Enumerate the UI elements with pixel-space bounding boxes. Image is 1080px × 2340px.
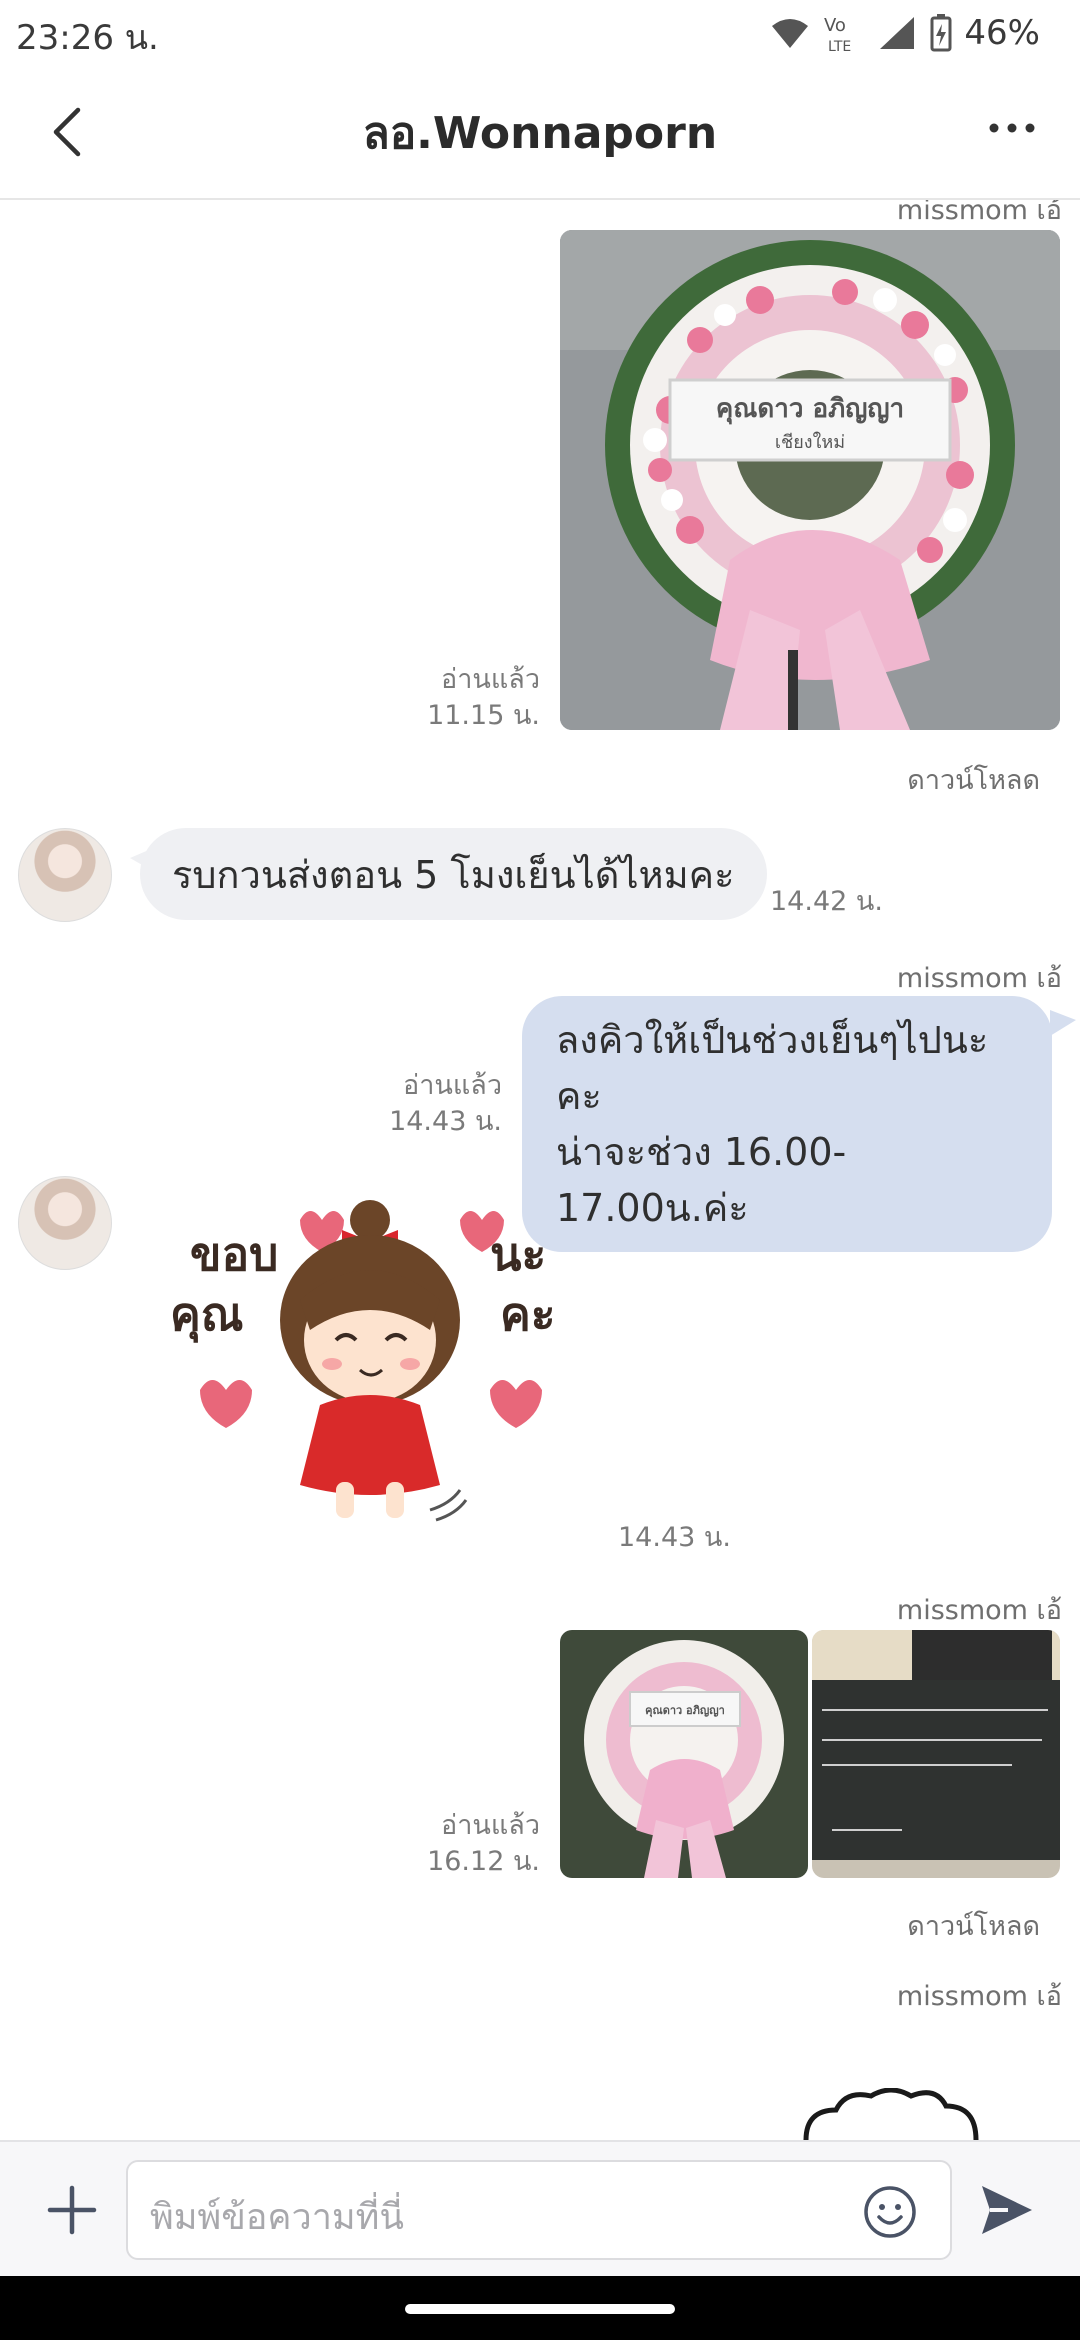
status-bar: 23:26 น. Vo LTE 46% xyxy=(0,0,1080,72)
send-icon xyxy=(982,2186,1032,2234)
message-text-line: ลงคิวให้เป็นช่วงเย็นๆไปนะคะ xyxy=(556,1018,989,1118)
wreath-photo[interactable]: คุณดาว อภิญญา xyxy=(560,1630,808,1878)
send-button[interactable] xyxy=(978,2182,1036,2238)
bubble-tail xyxy=(1050,1010,1076,1036)
input-placeholder: พิมพ์ข้อความที่นี่ xyxy=(150,2197,405,2238)
status-time: 23:26 น. xyxy=(16,18,159,58)
message-meta: อ่านแล้ว 11.15 น. xyxy=(400,662,540,734)
system-nav-bar xyxy=(0,2276,1080,2340)
message-time: 16.12 น. xyxy=(427,1846,540,1877)
board-photo[interactable] xyxy=(812,1630,1060,1878)
wreath-image: คุณดาว อภิญญา xyxy=(560,1630,808,1878)
message-text-line: น่าจะช่วง 16.00-17.00น.ค่ะ xyxy=(556,1130,847,1230)
message-text: รบกวนส่งตอน 5 โมงเย็นได้ไหมคะ xyxy=(172,852,735,897)
board-image xyxy=(812,1630,1060,1878)
status-icons: Vo LTE 46% xyxy=(770,8,1040,58)
download-link[interactable]: ดาวน์โหลด xyxy=(907,1904,1040,1947)
add-attachment-button[interactable] xyxy=(40,2178,104,2242)
svg-text:Vo: Vo xyxy=(824,15,846,36)
wreath-image: คุณดาว อภิญญา เชียงใหม่ xyxy=(560,230,1060,730)
more-button[interactable] xyxy=(984,108,1040,148)
sender-label: missmom เอ้ xyxy=(896,200,1062,226)
sender-label: missmom เอ้ xyxy=(896,1981,1062,2012)
chat-header: ลอ.Wonnaporn xyxy=(0,72,1080,200)
message-meta: อ่านแล้ว 16.12 น. xyxy=(400,1808,540,1880)
read-receipt: อ่านแล้ว xyxy=(403,1070,502,1101)
sticker[interactable]: ขอบ คุณ นะ คะ xyxy=(160,1190,600,1540)
battery-percent: 46% xyxy=(964,13,1040,53)
more-dots-icon xyxy=(989,123,1035,133)
sticker-word: คุณ xyxy=(170,1287,243,1343)
wreath-photo[interactable]: คุณดาว อภิญญา เชียงใหม่ xyxy=(560,230,1060,730)
chat-title: ลอ.Wonnaporn xyxy=(362,108,718,159)
cloud-sticker[interactable] xyxy=(796,2088,996,2140)
message-time: 14.42 น. xyxy=(770,886,883,917)
sticker-word: คะ xyxy=(500,1287,555,1341)
read-receipt: อ่านแล้ว xyxy=(441,664,540,695)
message-input[interactable]: พิมพ์ข้อความที่นี่ xyxy=(126,2160,952,2260)
message-input-bar: พิมพ์ข้อความที่นี่ xyxy=(0,2140,1080,2278)
emoji-button[interactable] xyxy=(862,2184,918,2240)
message-bubble[interactable]: ลงคิวให้เป็นช่วงเย็นๆไปนะคะ น่าจะช่วง 16… xyxy=(522,996,1052,1252)
wreath-banner-name: คุณดาว อภิญญา xyxy=(716,394,904,425)
avatar[interactable] xyxy=(18,828,112,922)
volte-icon: Vo LTE xyxy=(824,15,851,55)
wreath-banner-city: เชียงใหม่ xyxy=(775,431,845,453)
home-indicator[interactable] xyxy=(405,2304,675,2314)
wifi-icon xyxy=(772,19,809,48)
message-meta: อ่านแล้ว 14.43 น. xyxy=(370,1068,502,1140)
sender-label: missmom เอ้ xyxy=(896,1595,1062,1626)
svg-text:LTE: LTE xyxy=(828,39,851,55)
signal-icon xyxy=(880,17,915,49)
message-time: 14.43 น. xyxy=(389,1106,502,1137)
battery-icon xyxy=(930,14,952,52)
sender-label: missmom เอ้ xyxy=(896,963,1062,994)
read-receipt: อ่านแล้ว xyxy=(441,1810,540,1841)
message-time: 14.43 น. xyxy=(618,1522,731,1553)
wreath-banner-name: คุณดาว อภิญญา xyxy=(645,1704,725,1718)
sticker-word: ขอบ xyxy=(190,1227,278,1281)
download-link[interactable]: ดาวน์โหลด xyxy=(907,758,1040,801)
message-bubble[interactable]: รบกวนส่งตอน 5 โมงเย็นได้ไหมคะ xyxy=(140,828,767,920)
message-time: 11.15 น. xyxy=(427,700,540,731)
avatar[interactable] xyxy=(18,1176,112,1270)
thank-you-girl-sticker: ขอบ คุณ นะ คะ xyxy=(170,1200,555,1522)
plus-icon xyxy=(47,2185,97,2235)
sticker-word: นะ xyxy=(490,1227,546,1281)
chat-area[interactable]: missmom เอ้ คุณดาว อภิญญา เชียงใหม่ อ่าน… xyxy=(0,200,1080,2140)
smiley-icon xyxy=(864,2186,916,2238)
